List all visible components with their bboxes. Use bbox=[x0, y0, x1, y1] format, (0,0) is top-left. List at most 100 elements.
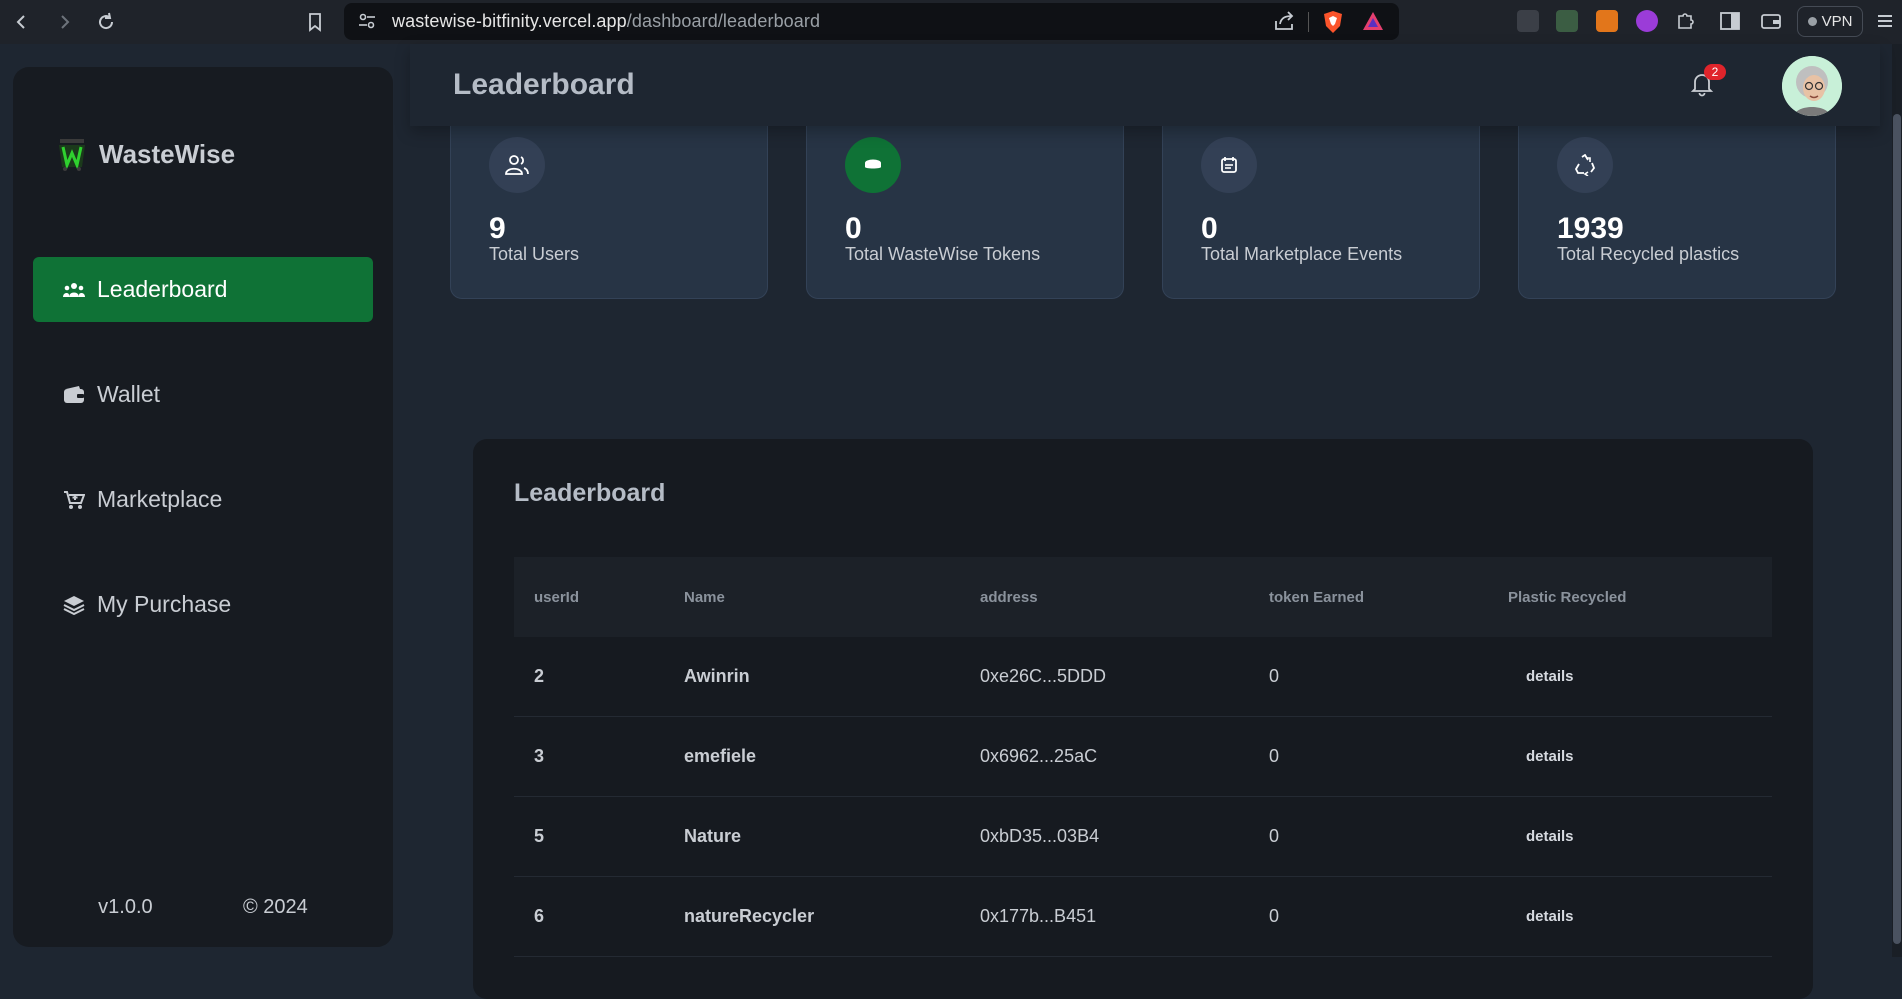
details-button[interactable]: details bbox=[1520, 744, 1580, 769]
table-row: 6 natureRecycler 0x177b...B451 0 details bbox=[514, 877, 1772, 957]
copyright-label: © 2024 bbox=[243, 896, 308, 918]
page-scrollbar[interactable] bbox=[1892, 44, 1902, 957]
stat-card-recycled-plastics: 1939 Total Recycled plastics bbox=[1518, 99, 1836, 299]
stat-value: 0 bbox=[845, 212, 862, 245]
scrollbar-thumb[interactable] bbox=[1893, 114, 1901, 944]
bookmark-icon[interactable] bbox=[303, 10, 327, 34]
vpn-button[interactable]: VPN bbox=[1797, 6, 1863, 37]
sidebar-item-wallet[interactable]: Wallet bbox=[33, 362, 373, 427]
browser-toolbar: wastewise-bitfinity.vercel.app/dashboard… bbox=[0, 0, 1902, 44]
stat-value: 9 bbox=[489, 212, 506, 245]
reload-icon[interactable] bbox=[94, 10, 118, 34]
metamask-icon[interactable] bbox=[1596, 10, 1618, 32]
layers-icon bbox=[63, 594, 85, 616]
cell-address: 0xbD35...03B4 bbox=[980, 826, 1100, 846]
users-icon bbox=[63, 279, 85, 301]
details-button[interactable]: details bbox=[1520, 904, 1580, 929]
users-outline-icon bbox=[489, 137, 545, 193]
sidebar-item-marketplace[interactable]: Marketplace bbox=[33, 467, 373, 532]
extensions-puzzle-icon[interactable] bbox=[1675, 10, 1697, 37]
recycle-icon bbox=[1557, 137, 1613, 193]
stat-label: Total Users bbox=[489, 244, 580, 264]
vpn-status-icon bbox=[1807, 17, 1817, 26]
column-header-userid: userId bbox=[534, 588, 580, 606]
extension-purple-icon[interactable] bbox=[1636, 10, 1658, 32]
stat-label: Total Recycled plastics bbox=[1557, 244, 1740, 264]
address-bar[interactable]: wastewise-bitfinity.vercel.app/dashboard… bbox=[344, 3, 1399, 40]
stat-card-total-users: 9 Total Users bbox=[450, 99, 768, 299]
calendar-icon bbox=[1201, 137, 1257, 193]
sidebar-item-label: Wallet bbox=[97, 381, 161, 407]
cell-name: natureRecycler bbox=[684, 906, 815, 926]
wastewise-logo-icon bbox=[59, 139, 85, 171]
sidebar-footer: v1.0.0 © 2024 bbox=[13, 896, 393, 919]
stat-card-total-tokens: 0 Total WasteWise Tokens bbox=[806, 99, 1124, 299]
brave-rewards-icon[interactable] bbox=[1362, 11, 1384, 36]
vpn-label: VPN bbox=[1821, 13, 1853, 30]
cell-name: Nature bbox=[684, 826, 742, 846]
leaderboard-table: userId Name address token Earned Plastic… bbox=[514, 557, 1772, 957]
cell-userid: 6 bbox=[534, 906, 545, 926]
separator bbox=[1308, 12, 1309, 32]
cell-address: 0x6962...25aC bbox=[980, 746, 1098, 766]
column-header-plastic-recycled: Plastic Recycled bbox=[1508, 588, 1627, 606]
sidebar-item-leaderboard[interactable]: Leaderboard bbox=[33, 257, 373, 322]
avatar[interactable] bbox=[1782, 56, 1842, 116]
wallet-icon bbox=[63, 384, 85, 406]
sidebar-item-label: Leaderboard bbox=[97, 276, 228, 302]
sidebar-item-my-purchase[interactable]: My Purchase bbox=[33, 572, 373, 637]
cart-icon bbox=[63, 489, 85, 511]
table-row: 2 Awinrin 0xe26C...5DDD 0 details bbox=[514, 637, 1772, 717]
menu-icon[interactable] bbox=[1876, 12, 1894, 35]
cell-name: Awinrin bbox=[684, 666, 750, 686]
cell-address: 0xe26C...5DDD bbox=[980, 666, 1107, 686]
details-button[interactable]: details bbox=[1520, 824, 1580, 849]
cell-tokens: 0 bbox=[1269, 746, 1280, 766]
notification-badge: 2 bbox=[1704, 64, 1726, 80]
wallet-browser-icon[interactable] bbox=[1760, 11, 1782, 36]
column-header-address: address bbox=[980, 588, 1038, 606]
stat-label: Total WasteWise Tokens bbox=[845, 244, 1041, 264]
stat-value: 0 bbox=[1201, 212, 1218, 245]
extension-dino-icon[interactable] bbox=[1556, 10, 1578, 32]
sidebar-item-label: Marketplace bbox=[97, 486, 223, 512]
stat-label: Total Marketplace Events bbox=[1201, 244, 1403, 264]
sidebar: WasteWise Leaderboard Wallet Marketplace… bbox=[13, 67, 393, 947]
back-icon[interactable] bbox=[10, 10, 34, 34]
brand-name: WasteWise bbox=[99, 138, 236, 169]
url-path: /dashboard/leaderboard bbox=[626, 11, 821, 31]
brave-shield-icon[interactable] bbox=[1322, 10, 1344, 39]
cell-userid: 5 bbox=[534, 826, 545, 846]
cell-address: 0x177b...B451 bbox=[980, 906, 1097, 926]
column-header-name: Name bbox=[684, 588, 725, 606]
extension-rabbit-icon[interactable] bbox=[1517, 10, 1539, 32]
table-row: 5 Nature 0xbD35...03B4 0 details bbox=[514, 797, 1772, 877]
leaderboard-title: Leaderboard bbox=[514, 479, 666, 507]
stat-card-marketplace-events: 0 Total Marketplace Events bbox=[1162, 99, 1480, 299]
url-text: wastewise-bitfinity.vercel.app/dashboard… bbox=[392, 11, 820, 32]
sidebar-item-label: My Purchase bbox=[97, 591, 232, 617]
brand[interactable]: WasteWise bbox=[57, 137, 235, 171]
table-header: userId Name address token Earned Plastic… bbox=[514, 557, 1772, 637]
table-row: 3 emefiele 0x6962...25aC 0 details bbox=[514, 717, 1772, 797]
avatar-image-icon bbox=[1782, 56, 1842, 116]
cell-userid: 2 bbox=[534, 666, 545, 686]
details-button[interactable]: details bbox=[1520, 664, 1580, 689]
forward-icon[interactable] bbox=[52, 10, 76, 34]
cell-tokens: 0 bbox=[1269, 906, 1280, 926]
version-label: v1.0.0 bbox=[98, 896, 153, 918]
sidebar-toggle-icon[interactable] bbox=[1719, 11, 1741, 36]
cell-tokens: 0 bbox=[1269, 826, 1280, 846]
site-settings-icon[interactable] bbox=[358, 13, 376, 34]
topbar: Leaderboard 2 bbox=[410, 44, 1880, 126]
column-header-token-earned: token Earned bbox=[1269, 588, 1365, 606]
coins-icon bbox=[845, 137, 901, 193]
cell-name: emefiele bbox=[684, 746, 757, 766]
cell-tokens: 0 bbox=[1269, 666, 1280, 686]
app-root: WasteWise Leaderboard Wallet Marketplace… bbox=[0, 44, 1902, 999]
stat-value: 1939 bbox=[1557, 212, 1624, 245]
url-host: wastewise-bitfinity.vercel.app bbox=[392, 11, 627, 31]
leaderboard-panel: Leaderboard userId Name address token Ea… bbox=[473, 439, 1813, 999]
cell-userid: 3 bbox=[534, 746, 545, 766]
share-icon[interactable] bbox=[1274, 11, 1296, 36]
